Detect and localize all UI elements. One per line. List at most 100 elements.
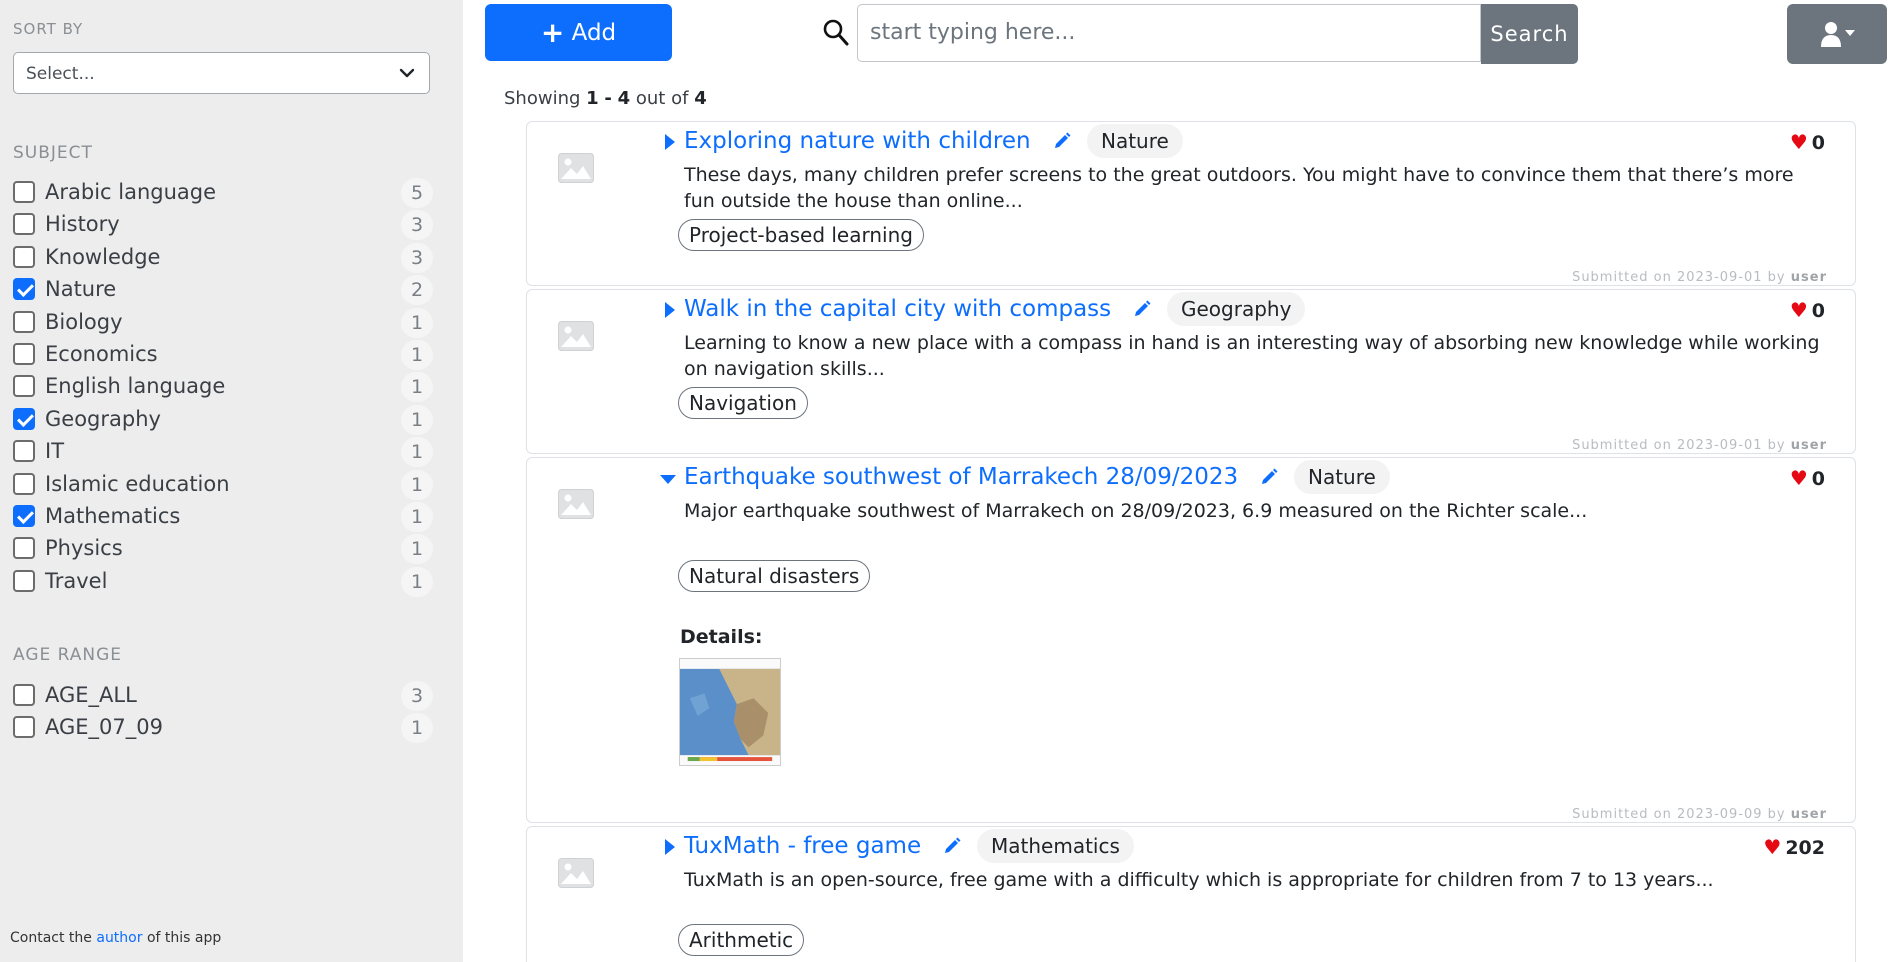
resource-card: Earthquake southwest of Marrakech 28/09/…	[526, 457, 1856, 823]
sort-select[interactable]: Select...	[13, 52, 430, 94]
contact-footer: Contact the author of this app	[10, 930, 221, 946]
facet-checkbox[interactable]	[13, 537, 35, 560]
facet-subject-item[interactable]: Economics 1	[13, 340, 433, 370]
submitted-info: Submitted on 2023-09-09 by user	[1572, 807, 1827, 822]
facet-checkbox[interactable]	[13, 310, 35, 333]
facet-subject-item[interactable]: Biology 1	[13, 307, 433, 338]
search-button[interactable]: Search	[1481, 4, 1578, 64]
like-counter[interactable]: ♥ 0	[1790, 466, 1825, 490]
facet-count-badge: 3	[401, 210, 433, 241]
resource-title-link[interactable]: Exploring nature with children	[684, 128, 1031, 154]
pencil-icon[interactable]	[1053, 132, 1071, 150]
facet-age-item[interactable]: AGE_ALL 3	[13, 681, 433, 711]
facet-subject-item[interactable]: Travel 1	[13, 566, 433, 597]
sort-by-title: SORT BY	[13, 20, 84, 38]
submitter-name: user	[1790, 807, 1827, 822]
heart-icon[interactable]: ♥	[1790, 466, 1808, 490]
facet-count-badge: 1	[401, 372, 433, 403]
facet-count-badge: 1	[401, 469, 433, 500]
pencil-icon[interactable]	[1260, 468, 1278, 486]
like-counter[interactable]: ♥ 202	[1763, 835, 1825, 859]
facet-subject-item[interactable]: History 3	[13, 210, 433, 241]
heart-icon[interactable]: ♥	[1763, 835, 1781, 859]
facet-subject-item[interactable]: Physics 1	[13, 534, 433, 565]
earthquake-map-image[interactable]	[679, 658, 781, 766]
facet-label: Geography	[45, 406, 161, 431]
facet-checkbox[interactable]	[13, 343, 35, 365]
facet-label: IT	[45, 439, 65, 464]
facet-count-badge: 1	[401, 502, 433, 532]
details-heading: Details:	[680, 626, 763, 648]
facet-checkbox[interactable]	[13, 505, 35, 527]
like-counter[interactable]: ♥ 0	[1790, 298, 1825, 322]
facet-checkbox[interactable]	[13, 716, 35, 739]
user-icon	[1821, 22, 1855, 47]
search-input[interactable]: start typing here...	[857, 4, 1481, 62]
facet-checkbox[interactable]	[13, 472, 35, 495]
like-count: 0	[1811, 300, 1825, 322]
facet-count-badge: 1	[401, 404, 433, 435]
caret-down-icon[interactable]	[659, 472, 677, 486]
keyword-tag[interactable]: Navigation	[678, 387, 808, 419]
facet-checkbox[interactable]	[13, 245, 35, 268]
pencil-icon[interactable]	[1133, 300, 1151, 318]
resource-description: These days, many children prefer screens…	[684, 164, 1794, 212]
keyword-tag[interactable]: Project-based learning	[678, 219, 924, 251]
facet-label: English language	[45, 374, 226, 399]
facet-subject-item[interactable]: Geography 1	[13, 404, 433, 435]
facet-subject-item[interactable]: Knowledge 3	[13, 242, 433, 273]
resource-card: TuxMath - free game Mathematics ♥ 202 TuxMat…	[526, 826, 1856, 962]
facet-subject-item[interactable]: English language 1	[13, 372, 433, 403]
caret-right-icon[interactable]	[662, 838, 676, 856]
facet-age-item[interactable]: AGE_07_09 1	[13, 713, 433, 744]
sidebar: SORT BY Select... SUBJECT Arabic languag…	[0, 0, 463, 962]
facet-checkbox[interactable]	[13, 278, 35, 301]
subject-title: SUBJECT	[13, 143, 93, 163]
caret-right-icon[interactable]	[662, 301, 676, 319]
facet-checkbox[interactable]	[13, 213, 35, 236]
resource-title-link[interactable]: Walk in the capital city with compass	[684, 296, 1111, 322]
author-link[interactable]: author	[96, 930, 142, 946]
caret-right-icon[interactable]	[662, 133, 676, 151]
facet-count-badge: 3	[401, 681, 433, 711]
submitted-date: Submitted on 2023-09-01 by	[1572, 270, 1786, 285]
like-counter[interactable]: ♥ 0	[1790, 130, 1825, 154]
keyword-tag[interactable]: Natural disasters	[678, 560, 871, 592]
facet-label: AGE_ALL	[45, 683, 137, 707]
subject-badge: Nature	[1087, 124, 1183, 158]
facet-subject-item[interactable]: Islamic education 1	[13, 469, 433, 500]
facet-subject-item[interactable]: Nature 2	[13, 275, 433, 306]
results-from: 1	[586, 88, 599, 109]
facet-subject-item[interactable]: Arabic language 5	[13, 178, 433, 208]
facet-count-badge: 1	[401, 713, 433, 744]
facet-label: Knowledge	[45, 244, 161, 269]
resource-card: Exploring nature with children Nature ♥ 0 Th…	[526, 121, 1856, 286]
facet-count-badge: 1	[401, 340, 433, 370]
image-placeholder-icon	[558, 858, 594, 888]
pencil-icon[interactable]	[943, 837, 961, 855]
resource-title-link[interactable]: TuxMath - free game	[684, 833, 921, 859]
facet-checkbox[interactable]	[13, 684, 35, 706]
facet-checkbox[interactable]	[13, 181, 35, 203]
facet-subject-item[interactable]: IT 1	[13, 437, 433, 468]
search-icon	[823, 19, 849, 46]
facet-label: AGE_07_09	[45, 715, 163, 740]
facet-count-badge: 3	[401, 242, 433, 273]
submitted-date: Submitted on 2023-09-01 by	[1572, 438, 1786, 453]
chevron-down-icon	[399, 68, 415, 78]
add-resource-button[interactable]: + Add Resource	[485, 4, 672, 103]
user-menu-button[interactable]	[1787, 4, 1887, 64]
resource-title-link[interactable]: Earthquake southwest of Marrakech 28/09/…	[684, 464, 1238, 490]
facet-checkbox[interactable]	[13, 375, 35, 398]
heart-icon[interactable]: ♥	[1790, 130, 1808, 154]
facet-checkbox[interactable]	[13, 440, 35, 463]
facet-checkbox[interactable]	[13, 407, 35, 430]
facet-subject-item[interactable]: Mathematics 1	[13, 502, 433, 532]
resource-description: TuxMath is an open-source, free game wit…	[684, 869, 1714, 891]
heart-icon[interactable]: ♥	[1790, 298, 1808, 322]
facet-checkbox[interactable]	[13, 569, 35, 592]
subject-badge: Mathematics	[977, 829, 1134, 863]
submitted-date: Submitted on 2023-09-09 by	[1572, 807, 1786, 822]
facet-count-badge: 5	[401, 178, 433, 208]
keyword-tag[interactable]: Arithmetic	[678, 924, 805, 956]
